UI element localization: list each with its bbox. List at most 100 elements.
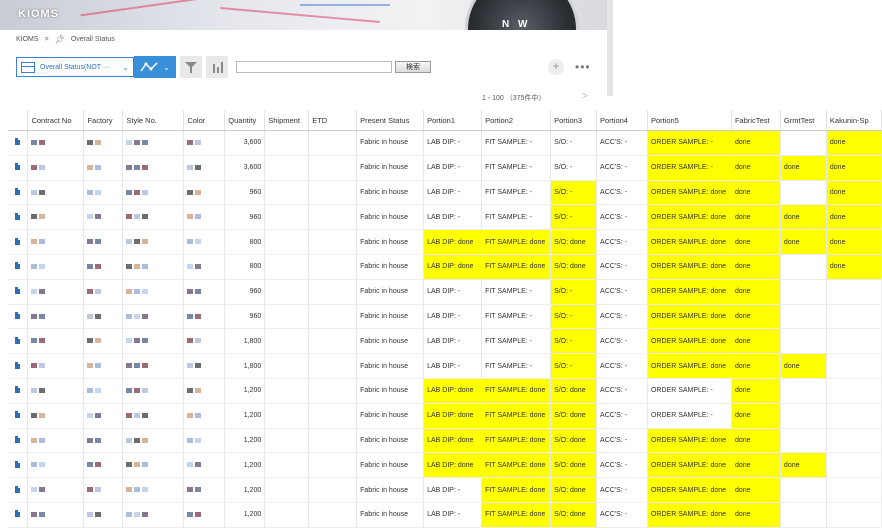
kakunin-sp-cell (826, 452, 882, 479)
table-row[interactable]: 3,600 Fabric in house LAB DIP: - FIT SAMPLE… (8, 155, 882, 181)
portion2-cell: FIT SAMPLE: done (481, 229, 552, 255)
table-row[interactable]: 3,600 Fabric in house LAB DIP: - FIT SAMPLE… (8, 130, 882, 156)
row-document-cell[interactable] (8, 254, 29, 280)
table-row[interactable]: 1,200 Fabric in house LAB DIP: done FIT SAM… (8, 452, 882, 479)
table-row[interactable]: 960 Fabric in house LAB DIP: - FIT SAMPLE: … (8, 180, 882, 206)
table-row[interactable]: 960 Fabric in house LAB DIP: - FIT SAMPLE: … (8, 204, 882, 231)
shipment-cell (264, 130, 310, 156)
document-icon[interactable] (15, 311, 21, 319)
table-row[interactable]: 960 Fabric in house LAB DIP: - FIT SAMPLE: … (8, 304, 882, 330)
document-icon[interactable] (15, 287, 21, 295)
portion5-cell: ORDER SAMPLE: done (647, 452, 732, 479)
column-header-style-no[interactable]: Style No. (122, 110, 185, 131)
redacted-block (142, 313, 149, 319)
document-icon[interactable] (15, 386, 21, 394)
add-button[interactable]: + (548, 59, 564, 75)
document-icon[interactable] (15, 361, 21, 369)
column-header-fabrictest[interactable]: FabricTest (731, 110, 781, 131)
row-document-cell[interactable] (8, 428, 29, 454)
row-document-cell[interactable] (8, 155, 29, 181)
document-icon[interactable] (15, 187, 21, 195)
redacted-block (187, 412, 194, 418)
row-document-cell[interactable] (8, 204, 29, 231)
document-icon[interactable] (15, 163, 21, 171)
column-header-portion2[interactable]: Portion2 (481, 110, 552, 131)
column-header-color[interactable]: Color (183, 110, 226, 131)
graph-view-button[interactable]: ⌄ (134, 56, 176, 78)
column-header-present-status[interactable]: Present Status (356, 110, 425, 131)
redacted-block (39, 189, 46, 195)
column-header-quantity[interactable]: Quantity (224, 110, 266, 131)
row-document-cell[interactable] (8, 378, 29, 404)
pager-range: 1 - 100 （375件中） (482, 95, 546, 102)
table-row[interactable]: 800 Fabric in house LAB DIP: done FIT SAMPL… (8, 229, 882, 255)
breadcrumb-separator: > (44, 36, 49, 43)
table-row[interactable]: 960 Fabric in house LAB DIP: - FIT SAMPLE: … (8, 279, 882, 305)
redacted-block (195, 412, 202, 418)
vertical-scrollbar[interactable] (607, 0, 613, 96)
row-document-cell[interactable] (8, 130, 29, 156)
fabric-test-cell: done (731, 403, 781, 429)
chart-button[interactable] (206, 56, 228, 78)
table-row[interactable]: 1,200 Fabric in house LAB DIP: - FIT SAMPLE… (8, 477, 882, 503)
column-header-contract-no[interactable]: Contract No (27, 110, 85, 131)
row-document-cell[interactable] (8, 477, 29, 503)
next-page-button[interactable]: > (582, 91, 588, 102)
redacted-block (31, 239, 38, 245)
table-row[interactable]: 1,200 Fabric in house LAB DIP: done FIT SAM… (8, 403, 882, 429)
column-header-etd[interactable]: ETD (308, 110, 358, 131)
redacted-block (134, 313, 141, 319)
table-row[interactable]: 800 Fabric in house LAB DIP: done FIT SAMPL… (8, 254, 882, 280)
breadcrumb-root[interactable]: KIOMS (16, 36, 39, 43)
contract-no-cell (27, 155, 85, 181)
column-header-shipment[interactable]: Shipment (264, 110, 310, 131)
row-document-cell[interactable] (8, 328, 29, 355)
portion3-cell: S/O: done (550, 378, 598, 404)
column-header-kakunin-sp[interactable]: Kakunin-Sp (826, 110, 882, 131)
quantity-cell: 1,200 (224, 378, 266, 404)
document-icon[interactable] (15, 237, 21, 245)
document-icon[interactable] (15, 336, 21, 344)
table-row[interactable]: 1,200 Fabric in house LAB DIP: - FIT SAMPLE… (8, 502, 882, 528)
row-document-cell[interactable] (8, 180, 29, 206)
column-header-portion4[interactable]: Portion4 (596, 110, 648, 131)
etd-cell (308, 502, 358, 528)
column-header-factory[interactable]: Factory (83, 110, 124, 131)
portion5-cell: ORDER SAMPLE: - (647, 378, 732, 404)
app-logo[interactable]: KIOMS (18, 8, 59, 20)
shipment-cell (264, 155, 310, 181)
search-button[interactable]: 検索 (395, 61, 431, 73)
column-header-portion5[interactable]: Portion5 (647, 110, 732, 131)
row-document-cell[interactable] (8, 279, 29, 305)
document-icon[interactable] (15, 485, 21, 493)
factory-cell (83, 130, 124, 156)
document-icon[interactable] (15, 138, 21, 146)
redacted-block (134, 487, 141, 493)
column-header-portion3[interactable]: Portion3 (550, 110, 598, 131)
row-document-cell[interactable] (8, 502, 29, 528)
more-options-button[interactable]: ••• (575, 60, 591, 74)
column-header-portion1[interactable]: Portion1 (423, 110, 483, 131)
filter-button[interactable] (180, 56, 202, 78)
shipment-cell (264, 452, 310, 479)
view-select[interactable]: Overall Status(NOT ··· ⌄ (16, 57, 134, 77)
document-icon[interactable] (15, 460, 21, 468)
row-document-cell[interactable] (8, 403, 29, 429)
row-document-cell[interactable] (8, 452, 29, 479)
document-icon[interactable] (15, 212, 21, 220)
document-icon[interactable] (15, 262, 21, 270)
table-row[interactable]: 1,800 Fabric in house LAB DIP: - FIT SAMPLE… (8, 353, 882, 379)
search-input[interactable] (236, 61, 392, 73)
table-row[interactable]: 1,200 Fabric in house LAB DIP: done FIT SAM… (8, 428, 882, 454)
table-row[interactable]: 1,200 Fabric in house LAB DIP: done FIT SAM… (8, 378, 882, 404)
column-header-grmttest[interactable]: GrmtTest (780, 110, 827, 131)
row-document-cell[interactable] (8, 304, 29, 330)
row-document-cell[interactable] (8, 353, 29, 379)
document-icon[interactable] (15, 411, 21, 419)
table-row[interactable]: 1,800 Fabric in house LAB DIP: - FIT SAMPLE… (8, 328, 882, 355)
document-icon[interactable] (15, 435, 21, 443)
row-document-cell[interactable] (8, 229, 29, 255)
redacted-block (31, 214, 38, 220)
redacted-block (142, 189, 149, 195)
redacted-block (126, 264, 133, 270)
